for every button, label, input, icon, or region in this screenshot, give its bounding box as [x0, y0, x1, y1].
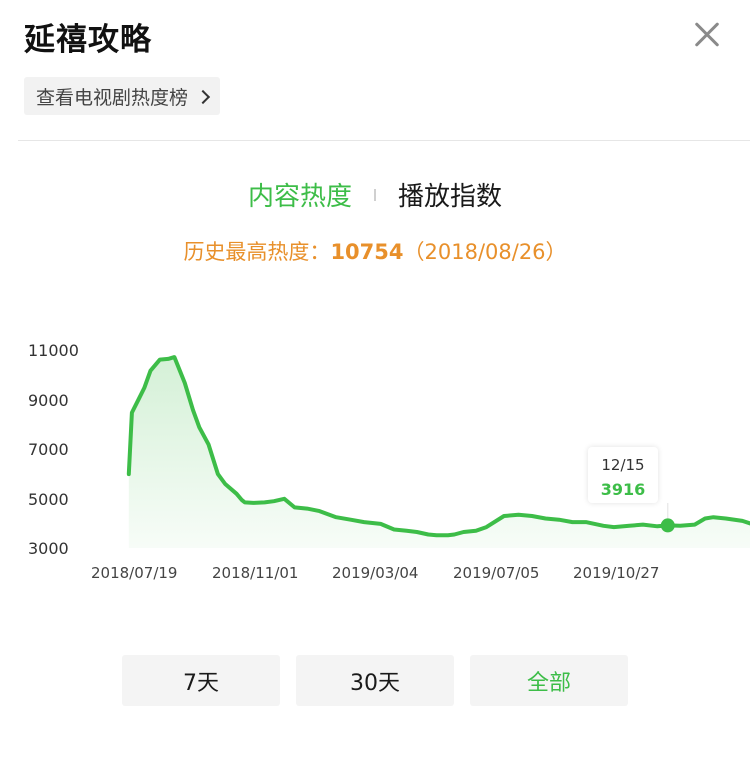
x-tick-label: 2018/07/19: [91, 564, 178, 582]
x-tick-label: 2019/07/05: [453, 564, 540, 582]
tooltip-date: 12/15: [601, 456, 645, 474]
selected-point: [660, 518, 675, 533]
range-30-days-button[interactable]: 30天: [296, 655, 454, 706]
range-all-button[interactable]: 全部: [470, 655, 628, 706]
x-tick-label: 2019/10/27: [573, 564, 660, 582]
heat-trend-chart: [126, 355, 750, 548]
x-tick-label: 2018/11/01: [212, 564, 299, 582]
tooltip-value: 3916: [600, 480, 646, 499]
range-7-days-button[interactable]: 7天: [122, 655, 280, 706]
chart-tooltip: 12/15 3916: [588, 447, 658, 503]
x-tick-label: 2019/03/04: [332, 564, 419, 582]
